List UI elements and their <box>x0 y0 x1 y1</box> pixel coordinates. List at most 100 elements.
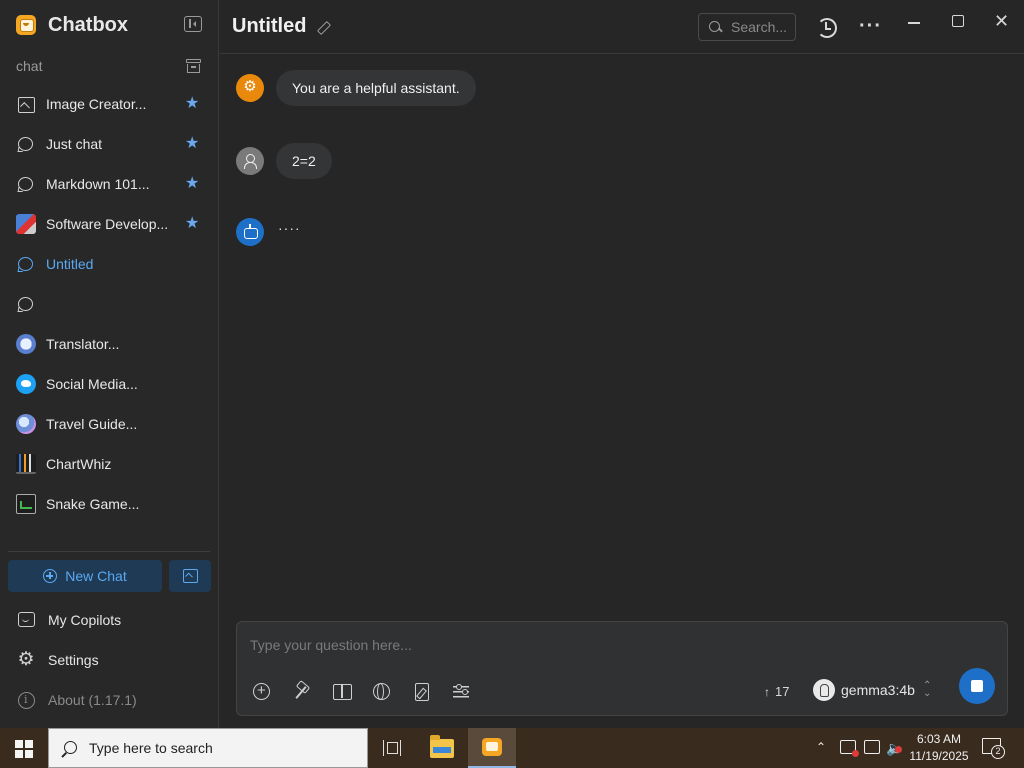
chat-bubble-icon <box>16 254 36 274</box>
brand: Chatbox <box>16 13 128 37</box>
chat-item-label: Untitled <box>46 256 94 272</box>
gear-icon: ⚙ <box>17 649 35 670</box>
chat-item-empty[interactable] <box>0 284 218 324</box>
web-search-icon[interactable] <box>372 682 392 702</box>
image-icon <box>16 94 36 114</box>
arrow-up-icon: ↑ <box>764 684 770 699</box>
close-icon[interactable]: ✕ <box>994 12 1009 30</box>
chat-item-label: Software Develop... <box>46 216 169 232</box>
task-view-icon[interactable] <box>383 740 401 756</box>
star-icon[interactable]: ★ <box>185 216 199 232</box>
windows-start-icon[interactable] <box>15 740 33 758</box>
chat-bubble-icon <box>16 134 36 154</box>
my-copilots-button[interactable]: My Copilots <box>16 609 121 631</box>
user-avatar-icon <box>236 147 264 175</box>
tray-chevron-up-icon[interactable]: ⌃ <box>816 740 826 754</box>
chat-item-untitled[interactable]: Untitled <box>0 244 218 284</box>
chat-list: Image Creator... ★ Just chat ★ Markdown … <box>0 84 218 524</box>
translator-avatar <box>16 334 36 354</box>
token-counter[interactable]: ↑ 17 <box>764 684 789 699</box>
header: Untitled Search... ··· ✕ <box>220 0 1024 54</box>
volume-muted-icon[interactable]: 🔈 <box>886 740 903 757</box>
star-icon[interactable]: ★ <box>185 176 199 192</box>
chat-item-label: Image Creator... <box>46 96 147 112</box>
edit-icon[interactable] <box>316 21 330 35</box>
chat-item-label: Translator... <box>46 336 120 352</box>
chat-bubble-icon <box>16 294 36 314</box>
token-count: 17 <box>775 684 790 699</box>
document-icon[interactable] <box>412 682 432 702</box>
more-options-icon[interactable]: ··· <box>859 16 882 36</box>
chat-item-label: Social Media... <box>46 376 138 392</box>
typing-indicator: ···· <box>278 220 301 236</box>
chat-item-label: Snake Game... <box>46 496 140 512</box>
search-placeholder: Search... <box>731 19 788 35</box>
network-tray-icon[interactable] <box>864 740 880 754</box>
model-avatar-icon <box>813 679 835 701</box>
history-icon[interactable] <box>815 16 837 38</box>
chat-item-software-develop[interactable]: Software Develop... ★ <box>0 204 218 244</box>
notification-count: 2 <box>991 745 1005 759</box>
new-image-chat-button[interactable] <box>169 560 211 592</box>
chat-bubble-icon <box>16 174 36 194</box>
message-system: You are a helpful assistant. <box>236 70 476 106</box>
message-input[interactable]: Type your question here... ↑ 17 gemma3:4… <box>236 621 1008 716</box>
software-dev-avatar <box>16 214 36 234</box>
section-label: chat <box>16 58 43 74</box>
chatbox-logo-icon <box>16 15 36 35</box>
settings-label: Settings <box>48 652 99 668</box>
taskbar-search-placeholder: Type here to search <box>89 740 213 756</box>
input-placeholder: Type your question here... <box>250 637 412 653</box>
star-icon[interactable]: ★ <box>185 96 199 112</box>
social-media-avatar <box>16 374 36 394</box>
maximize-icon[interactable] <box>952 15 964 27</box>
plus-circle-icon <box>43 569 58 583</box>
chat-item-social-media[interactable]: Social Media... <box>0 364 218 404</box>
settings-button[interactable]: ⚙ Settings <box>16 649 99 671</box>
message-assistant: ···· <box>236 218 301 246</box>
message-text: You are a helpful assistant. <box>276 70 476 106</box>
file-explorer-icon[interactable] <box>430 735 454 758</box>
clock-date: 11/19/2025 <box>909 749 969 763</box>
page-title: Untitled <box>232 15 307 37</box>
chat-item-snake-game[interactable]: Snake Game... <box>0 484 218 524</box>
model-name: gemma3:4b <box>841 682 915 698</box>
snake-game-avatar <box>16 494 36 514</box>
about-button[interactable]: About (1.17.1) <box>16 689 137 711</box>
chat-item-image-creator[interactable]: Image Creator... ★ <box>0 84 218 124</box>
attach-icon[interactable] <box>252 682 272 702</box>
about-label: About (1.17.1) <box>48 692 137 708</box>
star-icon[interactable]: ★ <box>185 136 199 152</box>
travel-guide-avatar <box>16 414 36 434</box>
settings-sliders-icon[interactable] <box>452 682 472 702</box>
sidebar-divider <box>8 551 210 552</box>
system-avatar-icon <box>236 74 264 102</box>
minimize-icon[interactable] <box>908 22 920 24</box>
chatbox-taskbar-icon[interactable] <box>468 728 516 768</box>
search-icon <box>709 20 722 34</box>
new-chat-label: New Chat <box>65 568 127 584</box>
chat-item-travel-guide[interactable]: Travel Guide... <box>0 404 218 444</box>
taskbar-search-input[interactable]: Type here to search <box>48 728 368 768</box>
chat-item-translator[interactable]: Translator... <box>0 324 218 364</box>
clock[interactable]: 6:03 AM 11/19/2025 <box>908 731 970 765</box>
my-copilots-label: My Copilots <box>48 612 122 628</box>
model-selector[interactable]: gemma3:4b ⌃ ⌄ <box>813 679 931 701</box>
sidebar-collapse-icon[interactable] <box>184 16 202 32</box>
info-icon <box>16 690 36 710</box>
tools-icon[interactable] <box>292 682 312 702</box>
app-name: Chatbox <box>48 13 128 36</box>
stop-generation-button[interactable] <box>959 668 995 704</box>
clock-time: 6:03 AM <box>916 732 962 746</box>
chat-item-markdown[interactable]: Markdown 101... ★ <box>0 164 218 204</box>
search-input[interactable]: Search... <box>698 13 796 41</box>
new-chat-button[interactable]: New Chat <box>8 560 162 592</box>
archive-icon[interactable] <box>186 59 201 73</box>
chat-item-label: Travel Guide... <box>46 416 138 432</box>
chat-item-chartwhiz[interactable]: ChartWhiz <box>0 444 218 484</box>
notification-center-icon[interactable]: 2 <box>982 738 1005 759</box>
security-tray-icon[interactable] <box>840 740 859 757</box>
chat-item-just-chat[interactable]: Just chat ★ <box>0 124 218 164</box>
knowledge-base-icon[interactable] <box>332 682 352 702</box>
assistant-avatar-icon <box>236 218 264 246</box>
